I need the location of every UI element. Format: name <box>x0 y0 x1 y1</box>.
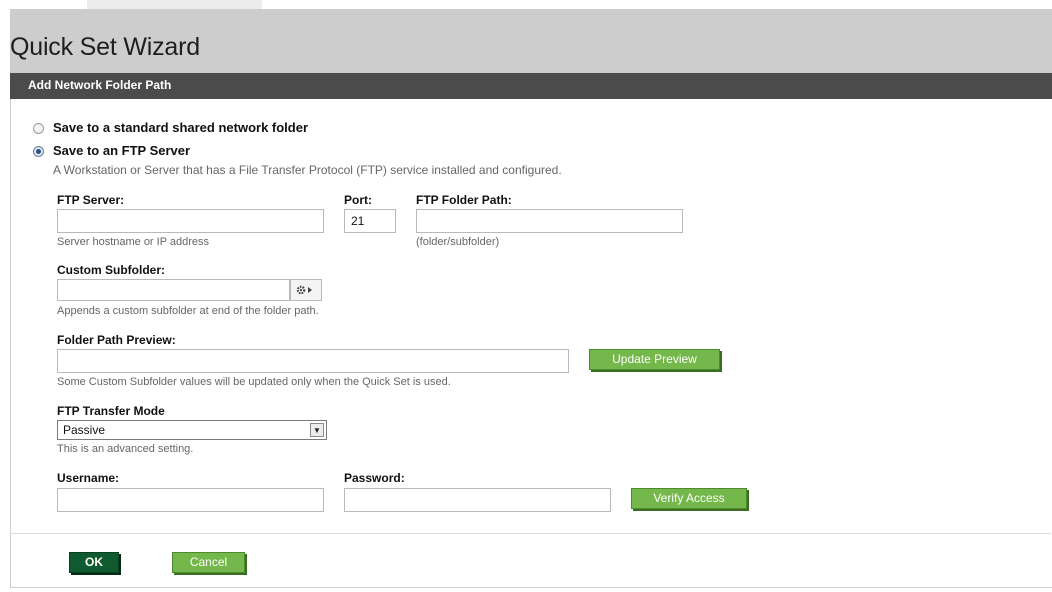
insert-variable-button[interactable] <box>290 279 322 301</box>
custom-subfolder-hint: Appends a custom subfolder at end of the… <box>57 305 319 317</box>
section-title: Add Network Folder Path <box>28 78 172 92</box>
ftp-server-field-label: FTP Server: <box>57 193 125 207</box>
custom-subfolder-field-label: Custom Subfolder: <box>57 263 165 277</box>
ftp-server-hint: Server hostname or IP address <box>57 236 210 248</box>
ok-button[interactable]: OK <box>69 552 119 573</box>
shared-folder-radio[interactable] <box>33 123 44 134</box>
folder-path-preview-field-label: Folder Path Preview: <box>57 333 176 347</box>
ftp-description: A Workstation or Server that has a File … <box>53 163 562 177</box>
transfer-mode-hint: This is an advanced setting. <box>57 443 194 455</box>
custom-subfolder-input[interactable] <box>57 279 290 301</box>
ftp-folder-path-input[interactable] <box>416 209 683 233</box>
transfer-mode-field-label: FTP Transfer Mode <box>57 404 165 418</box>
username-input[interactable] <box>57 488 324 512</box>
ftp-folder-path-field-label: FTP Folder Path: <box>416 193 512 207</box>
port-field-label: Port: <box>344 193 372 207</box>
ftp-server-label[interactable]: Save to an FTP Server <box>53 143 190 158</box>
password-input[interactable] <box>344 488 611 512</box>
chevron-down-icon: ▼ <box>310 423 324 437</box>
gear-plus-icon <box>296 285 312 295</box>
port-input[interactable] <box>344 209 396 233</box>
ftp-server-input[interactable] <box>57 209 324 233</box>
update-preview-button[interactable]: Update Preview <box>589 349 720 370</box>
folder-path-preview-hint: Some Custom Subfolder values will be upd… <box>57 376 451 388</box>
cancel-button[interactable]: Cancel <box>172 552 245 573</box>
page-title: Quick Set Wizard <box>10 33 200 61</box>
username-field-label: Username: <box>57 471 120 485</box>
shared-folder-label[interactable]: Save to a standard shared network folder <box>53 120 308 135</box>
section-header-bar: Add Network Folder Path <box>10 73 1052 99</box>
folder-path-preview-input[interactable] <box>57 349 569 373</box>
password-field-label: Password: <box>344 471 405 485</box>
transfer-mode-select[interactable]: Passive ▼ <box>57 420 327 440</box>
top-tab <box>87 0 262 9</box>
transfer-mode-value: Passive <box>63 423 106 437</box>
footer-divider <box>10 533 1051 534</box>
verify-access-button[interactable]: Verify Access <box>631 488 747 509</box>
ftp-server-radio[interactable] <box>33 146 44 157</box>
ftp-folder-path-hint: (folder/subfolder) <box>416 236 500 248</box>
